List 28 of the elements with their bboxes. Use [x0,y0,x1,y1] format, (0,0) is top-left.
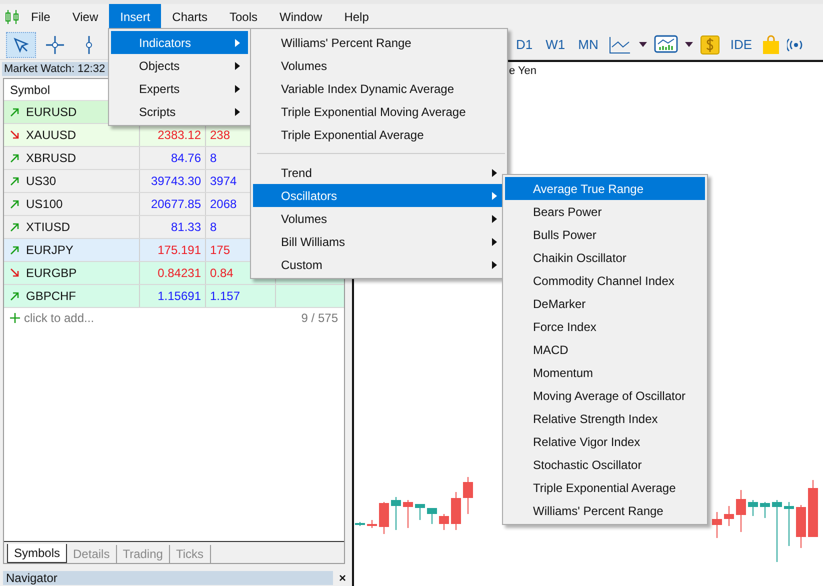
ask-cell: 3974 [210,174,237,188]
symbol-cell: EURGBP [26,266,77,280]
symbol-cell: EURUSD [26,105,77,119]
chart-title: e Yen [509,65,537,77]
ask-cell: 8 [210,220,217,234]
symbol-cell: US30 [26,174,56,188]
bid-cell: 0.84231 [158,266,201,280]
bid-cell: 2383.12 [158,128,201,142]
ask-cell: 8 [210,151,217,165]
bid-cell: 84.76 [170,151,201,165]
symbol-cell: XTIUSD [26,220,70,234]
symbol-cell: XAUUSD [26,128,76,142]
bid-cell: 81.33 [170,220,201,234]
ask-cell: 2068 [210,197,237,211]
bid-cell: 1.15691 [158,289,201,303]
symbol-cell: GBPCHF [26,289,76,303]
ask-cell: 175 [210,243,230,257]
symbol-cell: US100 [26,197,63,211]
bid-cell: 20677.85 [150,197,201,211]
ask-cell: 238 [210,128,230,142]
ask-cell: 1.157 [210,289,240,303]
panel-title: Navigator [3,571,333,585]
symbol-count: 9 / 575 [301,311,338,325]
symbol-cell: EURJPY [26,243,74,257]
symbol-cell: XBRUSD [26,151,76,165]
bid-cell: 39743.30 [150,174,201,188]
bid-cell: 175.191 [158,243,201,257]
ask-cell: 0.84 [210,266,234,280]
